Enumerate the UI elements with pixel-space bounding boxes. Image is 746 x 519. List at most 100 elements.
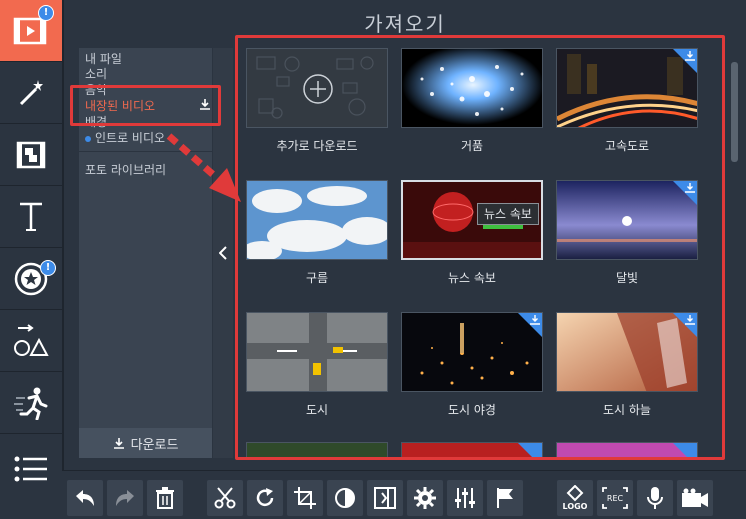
undo-icon [76,490,94,506]
split-button[interactable] [367,480,403,516]
download-badge[interactable] [518,443,542,459]
delete-button[interactable] [147,480,183,516]
category-intro-video[interactable]: 인트로 비디오 [85,129,165,146]
logo-text: LOGO [563,502,588,511]
transitions-icon [16,141,46,168]
undo-button[interactable] [67,480,103,516]
motion-icon [14,387,48,420]
import-button[interactable]: ! [0,0,62,62]
microphone-icon [647,487,663,509]
city-preview [247,313,387,391]
thumb-moonlight[interactable] [556,180,698,260]
download-icon [685,315,695,325]
thumb-label: 고속도로 [604,139,650,153]
download-icon [113,438,124,449]
media-grid: 추가로 다운로드 거품 고속도로 구름 뉴스 속보 달빛 도시 도시 야경 도시… [236,36,724,459]
thumb-label: 도시 야경 [448,403,496,417]
transitions-button[interactable] [0,124,62,186]
list-button[interactable] [0,434,62,504]
stickers-button[interactable]: ! [0,248,62,310]
logo-button[interactable]: LOGO [557,480,593,516]
motion-button[interactable] [0,372,62,434]
thumb-city-sky[interactable] [556,312,698,392]
thumb-download-more[interactable] [246,48,388,128]
color-button[interactable] [327,480,363,516]
crop-icon [294,487,316,509]
thumb-clouds[interactable] [246,180,388,260]
download-label: 다운로드 [130,437,179,453]
pointer-arrow-icon [166,133,241,202]
crop-button[interactable] [287,480,323,516]
sidebar-separator [62,0,64,519]
category-photo-library[interactable]: 포토 라이브러리 [85,161,166,178]
bottom-toolbar: LOGO REC [62,470,746,519]
download-button[interactable]: 다운로드 [79,428,212,458]
notification-badge: ! [40,260,56,276]
settings-button[interactable] [407,480,443,516]
thumb-partial[interactable] [556,442,698,459]
rec-text: REC [607,494,624,503]
download-icon [685,51,695,61]
collapse-panel-button[interactable] [213,48,233,458]
rotate-icon [256,488,274,507]
thumb-bubbles[interactable] [401,48,543,128]
cut-button[interactable] [207,480,243,516]
thumb-label: 달빛 [615,271,639,285]
delete-icon [156,487,174,509]
download-icon[interactable] [199,98,211,110]
thumb-label: 도시 [305,403,329,417]
flag-icon [497,488,513,508]
category-sound[interactable]: 소리 [85,65,107,82]
shapes-icon [14,323,49,356]
category-music[interactable]: 음악 [85,81,107,98]
gear-icon [414,487,436,509]
download-badge[interactable] [673,443,697,459]
rotate-button[interactable] [247,480,283,516]
redo-button[interactable] [107,480,143,516]
thumb-label: 도시 하늘 [603,403,651,417]
chevron-left-icon [219,246,227,260]
equalizer-button[interactable] [447,480,483,516]
thumb-partial[interactable] [246,442,388,459]
category-built-in-video[interactable]: 내장된 비디오 [85,97,155,114]
thumb-highway[interactable] [556,48,698,128]
camera-icon [682,488,708,507]
flag-button[interactable] [487,480,523,516]
thumb-city-night[interactable] [401,312,543,392]
shapes-button[interactable] [0,310,62,372]
logo-icon: LOGO [563,485,588,511]
cut-icon [214,487,236,509]
record-screen-icon: REC [602,487,628,509]
thumb-label: 거품 [460,139,484,153]
magic-wand-button[interactable] [0,62,62,124]
record-screen-button[interactable]: REC [597,480,633,516]
split-icon [374,487,396,509]
color-icon [335,488,355,508]
thumb-label: 구름 [305,271,329,285]
text-icon [20,202,42,231]
category-background[interactable]: 배경 [85,113,107,130]
text-button[interactable] [0,186,62,248]
new-dot-icon [85,135,91,142]
more-downloads-icon [256,56,374,119]
category-panel: 내 파일 소리 음악 내장된 비디오 배경 인트로 비디오 포토 라이브러리 [79,48,212,458]
bubbles-preview [402,49,542,127]
notification-badge: ! [38,5,54,21]
equalizer-icon [455,488,475,508]
left-toolbar: ! ! [0,0,62,519]
thumb-city[interactable] [246,312,388,392]
download-icon [685,183,695,193]
tooltip: 뉴스 속보 [477,203,539,225]
thumb-partial[interactable] [401,442,543,459]
clouds-preview [247,181,387,259]
magic-wand-icon [19,79,43,105]
scrollbar-thumb[interactable] [731,62,738,162]
thumb-label: 뉴스 속보 [448,271,496,285]
download-icon [530,315,540,325]
microphone-button[interactable] [637,480,673,516]
camera-button[interactable] [677,480,713,516]
redo-icon [116,490,134,506]
thumb-label: 추가로 다운로드 [276,139,358,153]
dialog-title: 가져오기 [364,12,446,36]
list-icon [14,456,47,482]
